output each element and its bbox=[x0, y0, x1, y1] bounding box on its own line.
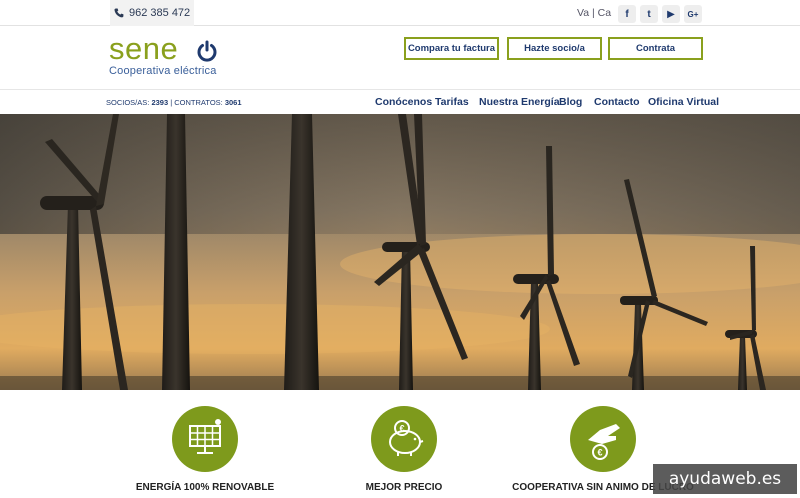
piggy-bank-icon: € bbox=[389, 420, 424, 456]
top-bar: 962 385 472 Va | Ca f t ▶ G+ bbox=[0, 0, 800, 26]
phone-icon bbox=[114, 8, 124, 18]
logo-wordmark[interactable]: sene bbox=[109, 33, 178, 65]
svg-text:€: € bbox=[597, 448, 602, 458]
contracts-value: 3061 bbox=[224, 98, 242, 107]
nav-item-nuestra-energia[interactable]: Nuestra Energía bbox=[479, 96, 560, 108]
feature-nonprofit[interactable]: € bbox=[570, 406, 636, 472]
feature-renewable[interactable] bbox=[172, 406, 238, 472]
feature-best-price[interactable]: € bbox=[371, 406, 437, 472]
watermark: ayudaweb.es bbox=[653, 464, 797, 494]
members-label: SOCIOS/AS: bbox=[106, 98, 150, 107]
contract-button[interactable]: Contrata bbox=[608, 37, 703, 60]
hand-coin-icon: € bbox=[588, 424, 620, 460]
phone-text: 962 385 472 bbox=[129, 7, 191, 19]
wind-turbines-image bbox=[0, 114, 800, 390]
main-navigation: SOCIOS/AS: 2393 | CONTRATOS: 3061 Conóce… bbox=[0, 89, 800, 114]
nav-item-oficina-virtual[interactable]: Oficina Virtual bbox=[648, 96, 719, 108]
power-icon bbox=[197, 40, 217, 62]
nav-item-blog[interactable]: Blog bbox=[559, 96, 582, 108]
twitter-icon[interactable]: t bbox=[640, 5, 658, 23]
feature-best-price-label: MEJOR PRECIO bbox=[365, 482, 443, 493]
phone-number[interactable]: 962 385 472 bbox=[110, 0, 195, 26]
become-member-button[interactable]: Hazte socio/a bbox=[507, 37, 602, 60]
members-value: 2393 bbox=[151, 98, 169, 107]
compare-bill-button[interactable]: Compara tu factura bbox=[404, 37, 499, 60]
solar-panel-icon bbox=[189, 419, 221, 454]
youtube-icon[interactable]: ▶ bbox=[662, 5, 680, 23]
contracts-label: | CONTRATOS: bbox=[170, 98, 223, 107]
nav-item-conocenos[interactable]: Conócenos bbox=[375, 96, 432, 108]
hero-banner bbox=[0, 114, 800, 390]
language-switcher[interactable]: Va | Ca bbox=[577, 7, 611, 19]
nav-item-tarifas[interactable]: Tarifas bbox=[435, 96, 469, 108]
site-header: sene Cooperativa eléctrica Compara tu fa… bbox=[0, 26, 800, 89]
googleplus-icon[interactable]: G+ bbox=[684, 5, 702, 23]
nav-item-contacto[interactable]: Contacto bbox=[594, 96, 640, 108]
facebook-icon[interactable]: f bbox=[618, 5, 636, 23]
svg-text:€: € bbox=[399, 424, 404, 434]
member-counts: SOCIOS/AS: 2393 | CONTRATOS: 3061 bbox=[106, 98, 242, 107]
feature-renewable-label: ENERGÍA 100% RENOVABLE bbox=[135, 482, 275, 493]
logo-tagline: Cooperativa eléctrica bbox=[109, 65, 217, 77]
